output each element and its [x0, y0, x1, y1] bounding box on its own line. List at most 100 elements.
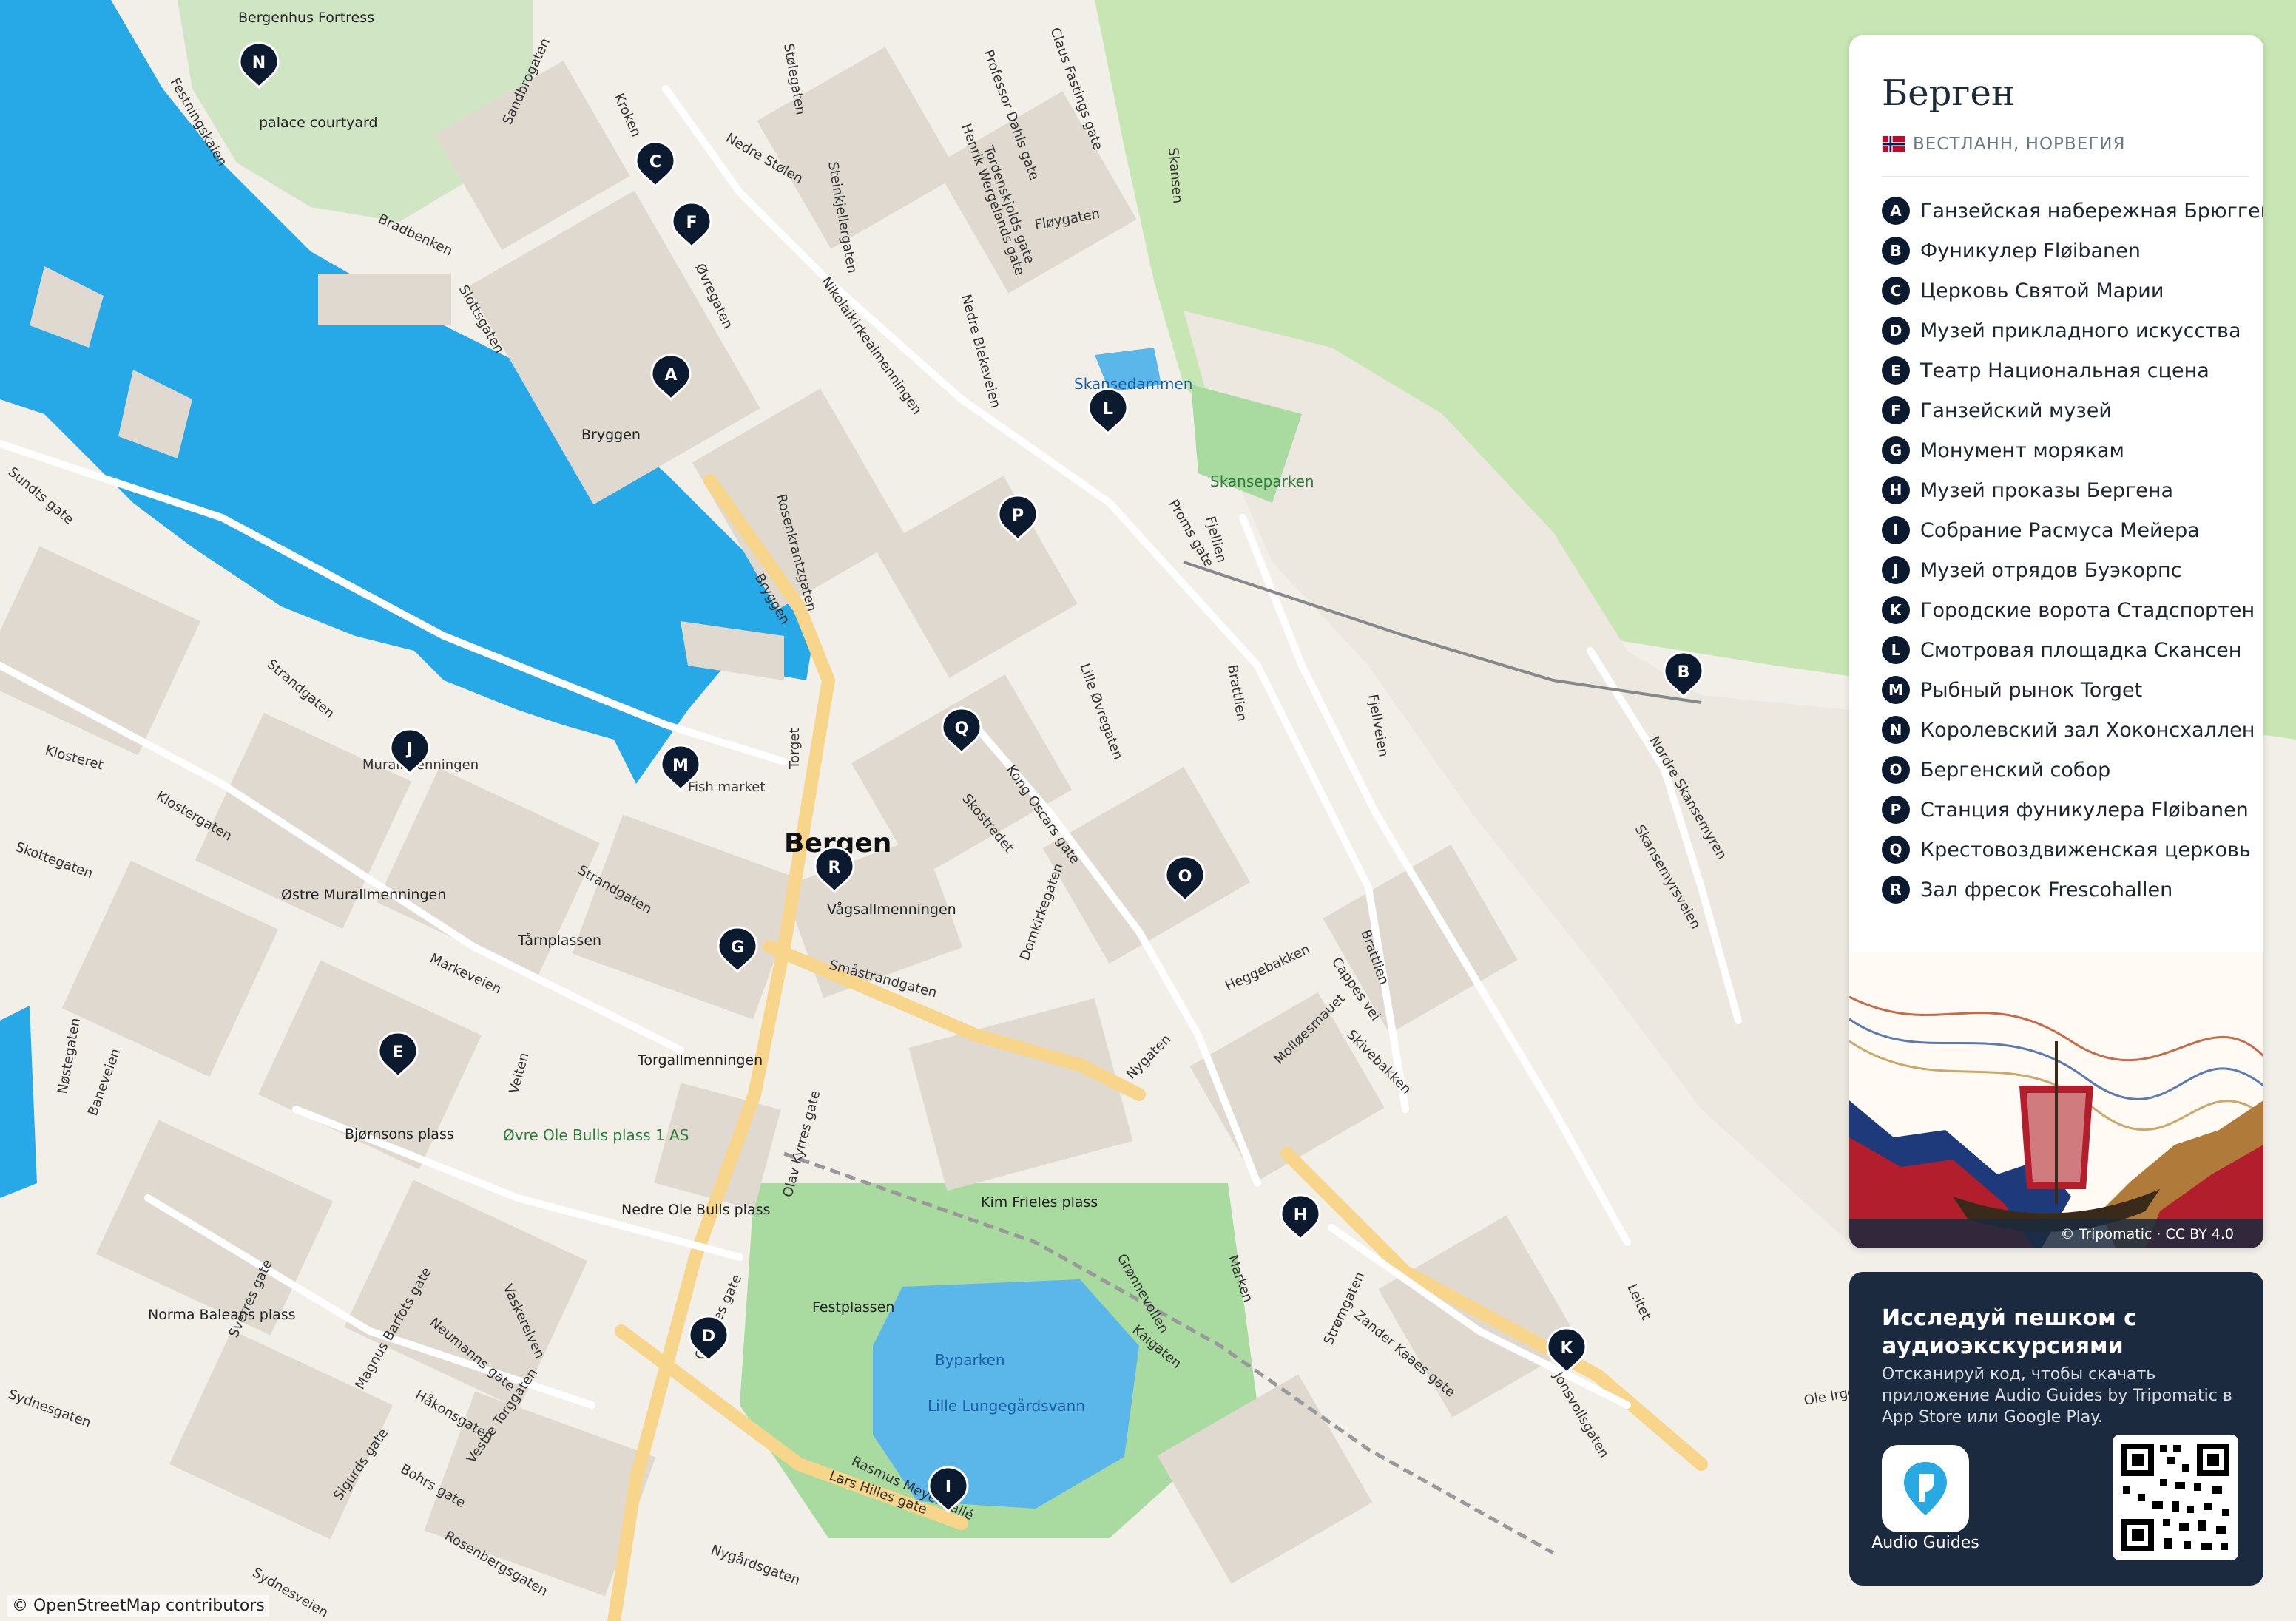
- viking-ship-artwork: [1849, 952, 2263, 1248]
- marker-letter: N: [252, 54, 266, 72]
- legend-label: Церковь Святой Марии: [1920, 279, 2164, 302]
- legend-badge: G: [1882, 436, 1910, 464]
- marker-letter: B: [1678, 663, 1690, 682]
- place-label: Skansedammen: [1074, 375, 1192, 393]
- marker-letter: G: [731, 938, 744, 957]
- legend-item-c[interactable]: C Церковь Святой Марии: [1882, 271, 2263, 311]
- legend-label: Монумент морякам: [1920, 439, 2124, 462]
- legend-badge: N: [1882, 716, 1910, 744]
- legend-badge: M: [1882, 676, 1910, 704]
- legend-badge: D: [1882, 317, 1910, 345]
- legend-badge: B: [1882, 237, 1910, 265]
- place-label: palace courtyard: [259, 115, 378, 131]
- legend-badge: J: [1882, 556, 1910, 584]
- legend-label: Смотровая площадка Скансен: [1920, 638, 2242, 662]
- panel-subtitle: ВЕСТЛАНН, НОРВЕГИЯ: [1882, 135, 2125, 154]
- marker-letter: A: [664, 366, 677, 385]
- legend-badge: H: [1882, 476, 1910, 504]
- legend-label: Зал фресок Frescohallen: [1920, 878, 2173, 901]
- legend-item-k[interactable]: K Городские ворота Стадспортен: [1882, 590, 2263, 630]
- legend-item-p[interactable]: P Станция фуникулера Fløibanen: [1882, 790, 2263, 830]
- place-label: Skanseparken: [1210, 473, 1314, 490]
- legend-item-q[interactable]: Q Крестовоздвиженская церковь: [1882, 830, 2263, 870]
- marker-letter: J: [405, 740, 413, 759]
- legend-badge: K: [1882, 596, 1910, 624]
- audio-description: Отсканируй код, чтобы скачать приложение…: [1882, 1365, 2232, 1427]
- audio-guides-app-icon[interactable]: [1882, 1445, 1969, 1532]
- place-label: Kim Frieles plass: [981, 1194, 1098, 1211]
- legend-badge: Q: [1882, 836, 1910, 864]
- street-label: Torget: [787, 728, 803, 770]
- map-attribution[interactable]: © OpenStreetMap contributors: [7, 1595, 269, 1617]
- legend-item-e[interactable]: E Театр Национальная сцена: [1882, 351, 2263, 390]
- divider: [1882, 176, 2249, 177]
- legend-label: Ганзейская набережная Брюгген: [1920, 199, 2263, 223]
- place-label: Bergenhus Fortress: [238, 10, 374, 26]
- marker-letter: L: [1103, 400, 1113, 419]
- legend-label: Станция фуникулера Fløibanen: [1920, 798, 2249, 822]
- place-label: Øvre Ole Bulls plass 1 AS: [503, 1126, 689, 1144]
- place-label: Bjørnsons plass: [345, 1126, 454, 1143]
- place-label: Tårnplassen: [517, 932, 601, 949]
- legend-badge: F: [1882, 396, 1910, 424]
- legend-item-f[interactable]: F Ганзейский музей: [1882, 390, 2263, 430]
- legend-item-b[interactable]: B Фуникулер Fløibanen: [1882, 231, 2263, 271]
- legend-badge: E: [1882, 356, 1910, 385]
- panel-title: Берген: [1882, 72, 2015, 114]
- marker-letter: F: [686, 214, 697, 232]
- legend-label: Музей отрядов Буэкорпс: [1920, 558, 2182, 582]
- legend-badge: O: [1882, 756, 1910, 784]
- legend-label: Бергенский собор: [1920, 758, 2111, 782]
- legend-label: Городские ворота Стадспортен: [1920, 598, 2255, 622]
- legend-item-j[interactable]: J Музей отрядов Буэкорпс: [1882, 550, 2263, 590]
- app-label: Audio Guides: [1871, 1534, 1979, 1552]
- legend-label: Собрание Расмуса Мейера: [1920, 518, 2200, 542]
- legend-label: Королевский зал Хоконсхаллен: [1920, 718, 2255, 742]
- place-label: Bryggen: [581, 427, 641, 443]
- legend-badge: I: [1882, 516, 1910, 544]
- legend-item-g[interactable]: G Монумент морякам: [1882, 430, 2263, 470]
- legend-item-i[interactable]: I Собрание Расмуса Мейера: [1882, 510, 2263, 550]
- place-label: Festplassen: [812, 1299, 894, 1316]
- legend-item-n[interactable]: N Королевский зал Хоконсхаллен: [1882, 710, 2263, 750]
- legend-badge: R: [1882, 876, 1910, 904]
- marker-letter: P: [1012, 507, 1024, 525]
- legend-label: Рыбный рынок Torget: [1920, 678, 2143, 702]
- marker-letter: Q: [955, 720, 969, 738]
- place-label: Østre Murallmenningen: [281, 887, 446, 903]
- place-label: Torgallmenningen: [637, 1052, 763, 1069]
- legend-label: Музей проказы Бергена: [1920, 478, 2174, 502]
- norway-flag-icon: [1882, 136, 1905, 152]
- place-label: Vågsallmenningen: [827, 901, 956, 918]
- marker-letter: M: [672, 757, 689, 775]
- legend-item-o[interactable]: O Бергенский собор: [1882, 750, 2263, 790]
- water-label: Byparken: [935, 1351, 1005, 1369]
- legend-panel: Берген ВЕСТЛАНН, НОРВЕГИЯ A Ганзейская на…: [1849, 35, 2263, 1248]
- legend-item-h[interactable]: H Музей проказы Бергена: [1882, 470, 2263, 510]
- legend-item-a[interactable]: A Ганзейская набережная Брюгген: [1882, 191, 2263, 231]
- marker-letter: I: [945, 1478, 951, 1497]
- legend-label: Музей прикладного искусства: [1920, 319, 2241, 342]
- legend-item-m[interactable]: M Рыбный рынок Torget: [1882, 670, 2263, 710]
- legend-item-l[interactable]: L Смотровая площадка Скансен: [1882, 630, 2263, 670]
- marker-letter: K: [1560, 1339, 1573, 1358]
- marker-letter: D: [702, 1327, 715, 1346]
- region-label: ВЕСТЛАНН, НОРВЕГИЯ: [1913, 135, 2126, 154]
- legend-badge: P: [1882, 796, 1910, 824]
- marker-letter: C: [649, 153, 661, 172]
- audio-guides-pin-icon: [1904, 1462, 1947, 1515]
- legend-label: Фуникулер Fløibanen: [1920, 239, 2141, 263]
- legend-label: Крестовоздвиженская церковь: [1920, 838, 2251, 862]
- water-label: Lille Lungegårdsvann: [928, 1397, 1085, 1415]
- marker-letter: O: [1178, 867, 1192, 886]
- qr-code-icon[interactable]: [2113, 1435, 2238, 1560]
- audio-guides-panel: Исследуй пешком с аудиоэкскурсиями Отска…: [1849, 1272, 2263, 1586]
- legend-item-r[interactable]: R Зал фресок Frescohallen: [1882, 870, 2263, 910]
- place-label: Norma Baleans plass: [148, 1307, 296, 1323]
- legend-item-d[interactable]: D Музей прикладного искусства: [1882, 311, 2263, 351]
- place-label: Nedre Ole Bulls plass: [621, 1202, 770, 1218]
- legend-badge: A: [1882, 197, 1910, 225]
- place-label: Fish market: [688, 779, 765, 795]
- marker-letter: E: [392, 1043, 403, 1062]
- marker-letter: H: [1294, 1206, 1307, 1225]
